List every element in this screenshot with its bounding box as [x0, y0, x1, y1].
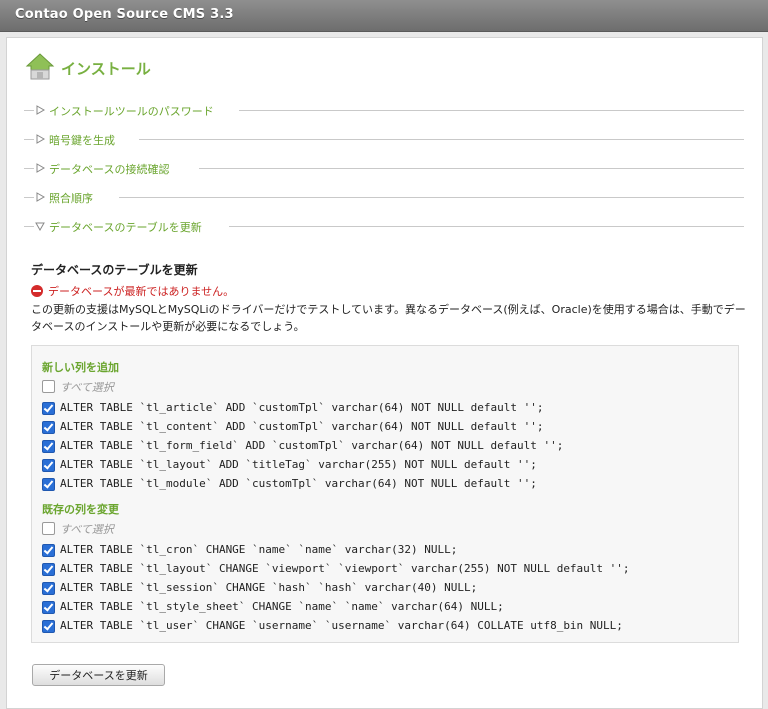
select-all-label: すべて選択 [60, 381, 114, 394]
app-title: Contao Open Source CMS 3.3 [15, 7, 234, 22]
sql-checkbox[interactable] [42, 440, 55, 453]
triangle-right-icon [36, 192, 45, 202]
sql-statement: ALTER TABLE `tl_style_sheet` CHANGE `nam… [60, 600, 504, 613]
sql-statement: ALTER TABLE `tl_article` ADD `customTpl`… [60, 401, 544, 414]
select-all-checkbox[interactable] [42, 522, 55, 535]
triangle-right-icon [36, 163, 45, 173]
sql-checkbox[interactable] [42, 601, 55, 614]
title-bar: Contao Open Source CMS 3.3 [0, 0, 768, 32]
sql-checkbox[interactable] [42, 620, 55, 633]
update-description: この更新の支援はMySQLとMySQLiのドライバーだけでテストしています。異な… [31, 303, 746, 333]
sql-statement: ALTER TABLE `tl_layout` ADD `titleTag` v… [60, 458, 537, 471]
sql-changes-box: 新しい列を追加 すべて選択 ALTER TABLE `tl_article` A… [31, 345, 739, 643]
error-text: データベースが最新ではありません。 [48, 285, 235, 298]
error-icon [31, 285, 43, 297]
sql-checkbox[interactable] [42, 402, 55, 415]
page-title: インストール [61, 60, 151, 78]
update-title: データベースのテーブルを更新 [31, 263, 198, 277]
update-database-button[interactable]: データベースを更新 [32, 664, 165, 686]
section-label: データベースの接続確認 [49, 161, 174, 177]
sql-statement: ALTER TABLE `tl_content` ADD `customTpl`… [60, 420, 544, 433]
sql-checkbox[interactable] [42, 582, 55, 595]
main-panel: インストール インストールツールのパスワード 暗号鍵を生成 データベースの接続確… [6, 37, 763, 709]
triangle-right-icon [36, 134, 45, 144]
house-icon [25, 53, 55, 80]
sql-checkbox[interactable] [42, 478, 55, 491]
sql-statement: ALTER TABLE `tl_layout` CHANGE `viewport… [60, 562, 630, 575]
section-label: データベースのテーブルを更新 [49, 219, 206, 235]
select-all-checkbox[interactable] [42, 380, 55, 393]
group-title-change: 既存の列を変更 [42, 503, 119, 516]
section-label: 照合順序 [49, 190, 97, 206]
section-update-tables[interactable]: データベースのテーブルを更新 [24, 218, 744, 235]
sql-statement: ALTER TABLE `tl_form_field` ADD `customT… [60, 439, 564, 452]
sql-checkbox[interactable] [42, 563, 55, 576]
triangle-right-icon [36, 105, 45, 115]
select-all-label: すべて選択 [60, 523, 114, 536]
sql-checkbox[interactable] [42, 459, 55, 472]
section-label: インストールツールのパスワード [49, 103, 218, 119]
section-db-connection[interactable]: データベースの接続確認 [24, 160, 744, 177]
sql-statement: ALTER TABLE `tl_module` ADD `customTpl` … [60, 477, 537, 490]
triangle-down-icon [35, 222, 45, 231]
section-install-password[interactable]: インストールツールのパスワード [24, 102, 744, 119]
sql-checkbox[interactable] [42, 544, 55, 557]
sql-statement: ALTER TABLE `tl_session` CHANGE `hash` `… [60, 581, 478, 594]
section-collation[interactable]: 照合順序 [24, 189, 744, 206]
group-title-add: 新しい列を追加 [42, 361, 119, 374]
sql-statement: ALTER TABLE `tl_user` CHANGE `username` … [60, 619, 623, 632]
sql-statement: ALTER TABLE `tl_cron` CHANGE `name` `nam… [60, 543, 458, 556]
section-label: 暗号鍵を生成 [49, 132, 119, 148]
section-encryption-key[interactable]: 暗号鍵を生成 [24, 131, 744, 148]
sql-checkbox[interactable] [42, 421, 55, 434]
error-message: データベースが最新ではありません。 [31, 283, 234, 299]
